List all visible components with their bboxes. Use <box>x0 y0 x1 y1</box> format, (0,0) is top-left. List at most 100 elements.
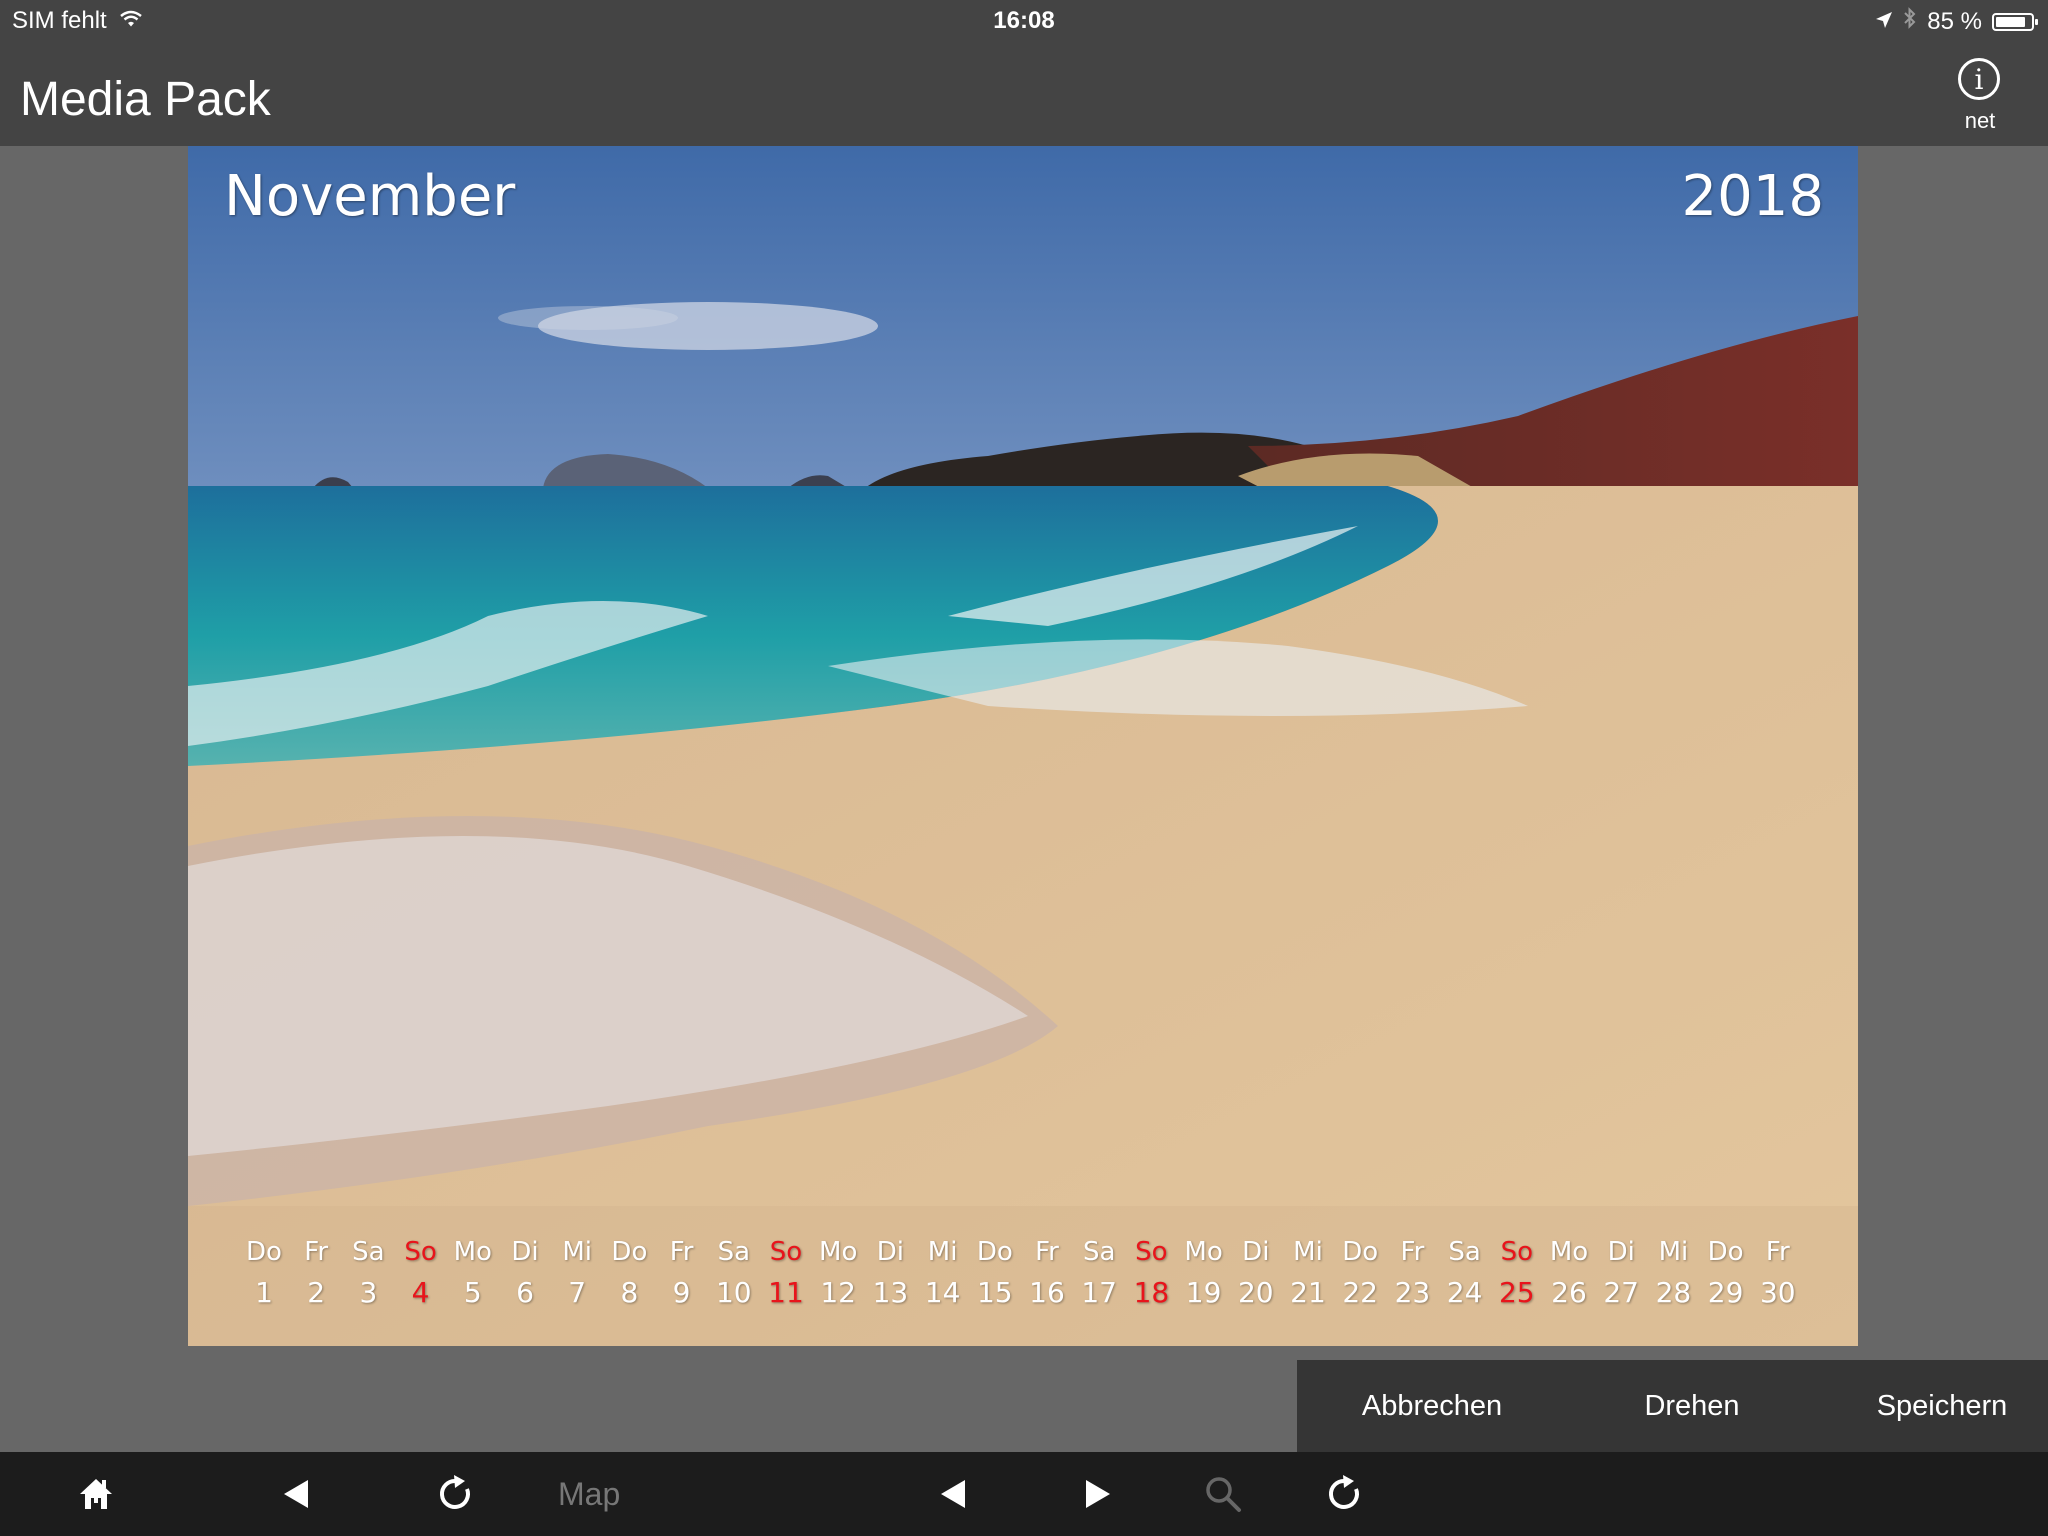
calendar-weekday: Fr <box>1765 1237 1790 1267</box>
status-right: 85 % <box>1875 7 2038 36</box>
page-title: Media Pack <box>20 73 271 126</box>
calendar-day: Mi 14 <box>917 1232 969 1314</box>
calendar-weekday: Sa <box>352 1237 385 1267</box>
calendar-weekday: Sa <box>1082 1237 1116 1267</box>
calendar-date: 22 <box>1342 1276 1378 1309</box>
calendar-weekday: Fr <box>304 1237 329 1267</box>
previous-button[interactable] <box>923 1468 983 1520</box>
calendar-day: So 25 <box>1491 1232 1543 1314</box>
calendar-date: 7 <box>568 1276 587 1309</box>
calendar-day: Di 20 <box>1230 1232 1282 1314</box>
back-icon <box>284 1480 308 1508</box>
battery-percent: 85 % <box>1927 7 1982 35</box>
calendar-day: Mi 21 <box>1282 1232 1334 1314</box>
calendar-weekday: So <box>1135 1237 1168 1267</box>
battery-level <box>1996 16 2025 27</box>
calendar-weekday: Mo <box>453 1237 492 1267</box>
calendar-days-strip: Do 1 Fr 2 Sa 3 So 4 Mo 5 Di 6 Mi 7 Do 8 Fr 9 Sa 10 So 11 Mo 12 D… <box>238 1232 1838 1322</box>
next-button[interactable] <box>1068 1468 1128 1520</box>
calendar-weekday: Do <box>1342 1237 1379 1267</box>
home-icon <box>80 1479 112 1509</box>
battery-tip <box>2035 18 2038 25</box>
calendar-date: 30 <box>1759 1276 1796 1309</box>
calendar-date: 23 <box>1394 1276 1431 1309</box>
calendar-weekday: Mo <box>1184 1237 1223 1267</box>
calendar-date: 1 <box>255 1276 273 1309</box>
rotate-button[interactable]: Drehen <box>1617 1360 1767 1452</box>
calendar-date: 6 <box>516 1276 534 1309</box>
clock: 16:08 <box>993 7 1055 34</box>
calendar-date: 18 <box>1133 1276 1170 1309</box>
calendar-day: Mi 7 <box>551 1232 603 1314</box>
calendar-weekday: Mi <box>1658 1237 1689 1267</box>
calendar-day: Fr 16 <box>1021 1232 1073 1314</box>
calendar-day: Sa 17 <box>1073 1232 1125 1314</box>
calendar-date: 16 <box>1029 1276 1065 1309</box>
map-button[interactable]: Map <box>558 1468 620 1520</box>
calendar-weekday: Sa <box>1448 1237 1481 1267</box>
calendar-day: Di 6 <box>499 1232 551 1314</box>
calendar-date: 27 <box>1603 1276 1639 1309</box>
bluetooth-icon <box>1903 7 1917 36</box>
calendar-date: 8 <box>620 1276 639 1309</box>
calendar-day: Sa 3 <box>342 1232 394 1314</box>
calendar-weekday: Do <box>611 1237 648 1267</box>
bottom-toolbar: Map <box>0 1452 2048 1536</box>
save-button[interactable]: Speichern <box>1852 1360 2032 1452</box>
calendar-day: Mo 12 <box>812 1232 864 1314</box>
calendar-day: Mi 28 <box>1647 1232 1699 1314</box>
calendar-date: 5 <box>463 1276 482 1309</box>
calendar-weekday: Do <box>1707 1237 1744 1267</box>
calendar-date: 15 <box>976 1276 1013 1309</box>
calendar-weekday: Fr <box>1400 1237 1425 1267</box>
calendar-weekday: So <box>404 1237 437 1267</box>
calendar-day: Di 13 <box>864 1232 916 1314</box>
calendar-year: 2018 <box>1681 164 1824 229</box>
calendar-weekday: So <box>769 1237 803 1267</box>
calendar-weekday: Sa <box>717 1237 751 1267</box>
status-bar: SIM fehlt 16:08 85 % <box>0 0 2048 42</box>
calendar-day: Fr 23 <box>1386 1232 1438 1314</box>
calendar-weekday: Do <box>976 1237 1013 1267</box>
info-button[interactable]: i net <box>1936 58 2024 146</box>
back-button[interactable] <box>266 1468 326 1520</box>
calendar-weekday: Mi <box>562 1237 593 1267</box>
calendar-day: Do 22 <box>1334 1232 1386 1314</box>
calendar-day: So 4 <box>395 1232 447 1314</box>
calendar-weekday: Mo <box>819 1237 858 1267</box>
calendar-weekday: Mi <box>1293 1237 1323 1267</box>
calendar-day: Mo 19 <box>1178 1232 1230 1314</box>
navigation-bar: Media Pack i net <box>0 42 2048 146</box>
calendar-weekday: Mo <box>1549 1237 1589 1267</box>
calendar-date: 21 <box>1290 1276 1326 1309</box>
calendar-date: 24 <box>1446 1276 1483 1309</box>
calendar-date: 11 <box>768 1276 804 1309</box>
calendar-image: November 2018 Do 1 Fr 2 Sa 3 So 4 Mo 5 Di 6 Mi 7 Do 8 Fr… <box>188 146 1858 1346</box>
calendar-day: Mo 26 <box>1543 1232 1595 1314</box>
reload-button[interactable] <box>1314 1468 1374 1520</box>
calendar-date: 13 <box>872 1276 909 1309</box>
calendar-date: 10 <box>715 1276 752 1309</box>
refresh-button[interactable] <box>425 1468 485 1520</box>
calendar-day: Fr 9 <box>656 1232 708 1314</box>
cancel-button[interactable]: Abbrechen <box>1337 1360 1527 1452</box>
calendar-weekday: So <box>1500 1237 1533 1267</box>
calendar-date: 12 <box>820 1276 856 1309</box>
home-button[interactable] <box>66 1468 126 1520</box>
battery-icon <box>1992 12 2038 31</box>
calendar-day: Di 27 <box>1595 1232 1647 1314</box>
calendar-day: So 11 <box>760 1232 812 1314</box>
calendar-day: Do 8 <box>603 1232 655 1314</box>
search-button[interactable] <box>1193 1468 1253 1520</box>
refresh-icon <box>440 1475 470 1509</box>
search-icon <box>1206 1477 1241 1512</box>
calendar-day: So 18 <box>1125 1232 1177 1314</box>
reload-icon <box>1329 1475 1359 1509</box>
beach-photo <box>188 146 1858 1346</box>
location-icon <box>1875 8 1893 36</box>
calendar-date: 28 <box>1655 1276 1692 1309</box>
info-label: net <box>1964 108 1996 133</box>
calendar-day: Sa 24 <box>1439 1232 1491 1314</box>
calendar-date: 26 <box>1551 1276 1587 1309</box>
calendar-date: 4 <box>411 1276 430 1309</box>
